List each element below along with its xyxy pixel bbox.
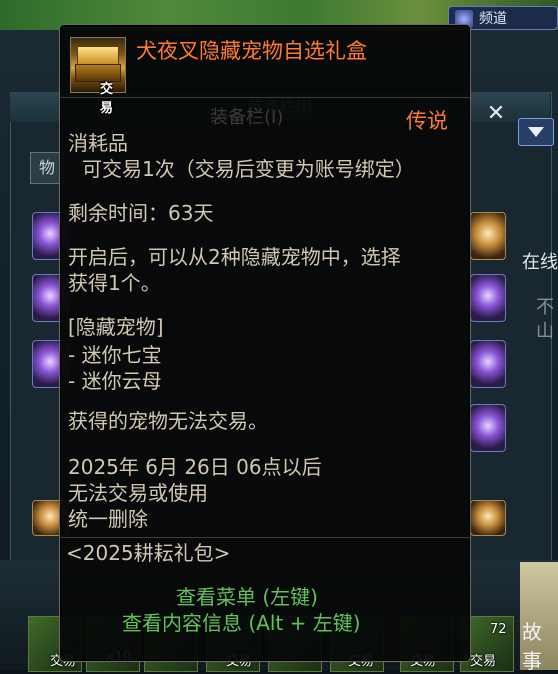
description-line: 获得1个。 xyxy=(68,271,161,295)
gift-box-icon: 交易 xyxy=(70,37,126,116)
remaining-time: 剩余时间：63天 xyxy=(68,201,214,225)
story-label: 故事 xyxy=(522,620,542,673)
package-source: <2025耕耘礼包> xyxy=(66,541,231,565)
hint-view-info: 查看内容信息 (Alt + 左键) xyxy=(122,611,361,635)
pet-trade-note: 获得的宠物无法交易。 xyxy=(68,409,268,433)
inventory-slot[interactable] xyxy=(470,212,506,260)
window-title-shadow: 装备栏(I) xyxy=(210,107,284,128)
item-category: 消耗品 xyxy=(68,131,128,155)
expiry-line: 统一删除 xyxy=(68,507,148,531)
inventory-slot[interactable] xyxy=(470,340,506,388)
item-tooltip: 交易 犬夜叉隐藏宠物自选礼盒 装备栏(I) 传说 消耗品 可交易1次（交易后变更… xyxy=(59,24,471,662)
trade-rule: 可交易1次（交易后变更为账号绑定） xyxy=(82,157,415,181)
dropdown-button[interactable] xyxy=(518,118,554,146)
expiry-line: 2025年 6月 26日 06点以后 xyxy=(68,455,322,479)
expiry-line: 无法交易或使用 xyxy=(68,481,208,505)
side-label: 不 山 xyxy=(536,297,554,342)
chevron-down-icon xyxy=(528,127,544,137)
pet-option: - 迷你七宝 xyxy=(68,343,162,367)
tooltip-header: 交易 犬夜叉隐藏宠物自选礼盒 xyxy=(60,25,470,116)
inventory-slot[interactable] xyxy=(470,274,506,322)
close-icon[interactable]: ✕ xyxy=(482,100,510,128)
channel-label: 频道 xyxy=(479,11,507,27)
inventory-slot[interactable] xyxy=(470,500,506,536)
online-label: 在线 xyxy=(522,252,558,273)
trade-tag: 交易 xyxy=(470,654,497,669)
inventory-slot[interactable] xyxy=(470,404,506,452)
pet-option: - 迷你云母 xyxy=(68,369,162,393)
item-name: 犬夜叉隐藏宠物自选礼盒 xyxy=(136,39,367,63)
description-line: 开启后，可以从2种隐藏宠物中，选择 xyxy=(68,245,401,269)
trade-tag: 交易 xyxy=(100,82,114,116)
hint-view-menu: 查看菜单 (左键) xyxy=(176,585,318,609)
count-tag: 72 xyxy=(490,622,507,637)
hidden-pet-header: [隐藏宠物] xyxy=(68,315,164,339)
item-rarity: 传说 xyxy=(406,109,448,133)
divider xyxy=(60,537,470,538)
